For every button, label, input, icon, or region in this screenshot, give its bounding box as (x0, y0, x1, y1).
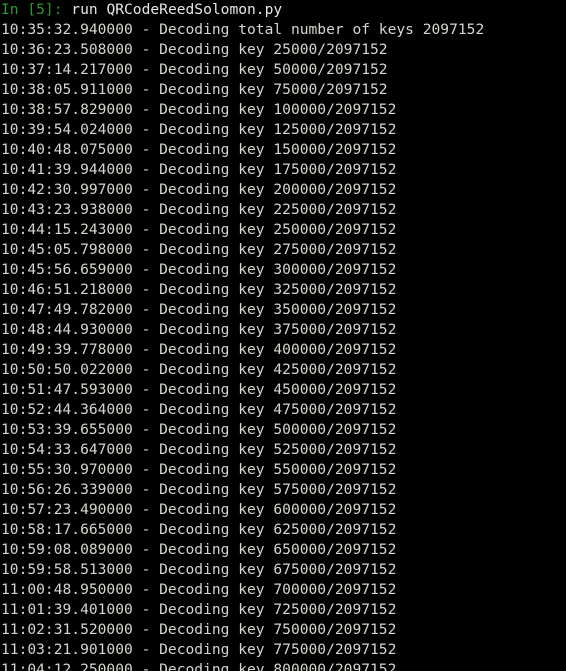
log-line: 10:45:05.798000 - Decoding key 275000/20… (1, 241, 397, 258)
log-line: 10:42:30.997000 - Decoding key 200000/20… (1, 181, 397, 198)
log-line: 10:51:47.593000 - Decoding key 450000/20… (1, 381, 397, 398)
log-line: 10:35:32.940000 - Decoding total number … (1, 21, 485, 38)
log-line: 10:52:44.364000 - Decoding key 475000/20… (1, 401, 397, 418)
ipython-command-text: run QRCodeReedSolomon.py (62, 1, 283, 18)
terminal-output-pane[interactable]: In [5]: run QRCodeReedSolomon.py 10:35:3… (0, 0, 566, 671)
log-line: 10:49:39.778000 - Decoding key 400000/20… (1, 341, 397, 358)
log-line: 10:58:17.665000 - Decoding key 625000/20… (1, 521, 397, 538)
log-line: 10:55:30.970000 - Decoding key 550000/20… (1, 461, 397, 478)
log-line: 10:37:14.217000 - Decoding key 50000/209… (1, 61, 388, 78)
log-lines-container: 10:35:32.940000 - Decoding total number … (0, 20, 566, 671)
log-line: 10:43:23.938000 - Decoding key 225000/20… (1, 201, 397, 218)
log-line: 11:01:39.401000 - Decoding key 725000/20… (1, 601, 397, 618)
log-line: 10:53:39.655000 - Decoding key 500000/20… (1, 421, 397, 438)
log-line: 10:45:56.659000 - Decoding key 300000/20… (1, 261, 397, 278)
log-line: 11:04:12.250000 - Decoding key 800000/20… (1, 661, 397, 671)
log-line: 10:39:54.024000 - Decoding key 125000/20… (1, 121, 397, 138)
log-line: 11:00:48.950000 - Decoding key 700000/20… (1, 581, 397, 598)
log-line: 10:47:49.782000 - Decoding key 350000/20… (1, 301, 397, 318)
log-line: 10:36:23.508000 - Decoding key 25000/209… (1, 41, 388, 58)
log-line: 10:54:33.647000 - Decoding key 525000/20… (1, 441, 397, 458)
log-line: 11:02:31.520000 - Decoding key 750000/20… (1, 621, 397, 638)
log-line: 10:57:23.490000 - Decoding key 600000/20… (1, 501, 397, 518)
ipython-prompt-label: In [5]: (1, 1, 63, 18)
log-line: 10:59:58.513000 - Decoding key 675000/20… (1, 561, 397, 578)
log-line: 11:03:21.901000 - Decoding key 775000/20… (1, 641, 397, 658)
log-line: 10:41:39.944000 - Decoding key 175000/20… (1, 161, 397, 178)
log-line: 10:56:26.339000 - Decoding key 575000/20… (1, 481, 397, 498)
log-line: 10:50:50.022000 - Decoding key 425000/20… (1, 361, 397, 378)
log-line: 10:40:48.075000 - Decoding key 150000/20… (1, 141, 397, 158)
log-line: 10:48:44.930000 - Decoding key 375000/20… (1, 321, 397, 338)
log-line: 10:38:05.911000 - Decoding key 75000/209… (1, 81, 388, 98)
log-line: 10:46:51.218000 - Decoding key 325000/20… (1, 281, 397, 298)
log-line: 10:44:15.243000 - Decoding key 250000/20… (1, 221, 397, 238)
log-line: 10:59:08.089000 - Decoding key 650000/20… (1, 541, 397, 558)
log-line: 10:38:57.829000 - Decoding key 100000/20… (1, 101, 397, 118)
ipython-prompt-line: In [5]: run QRCodeReedSolomon.py (0, 0, 566, 20)
